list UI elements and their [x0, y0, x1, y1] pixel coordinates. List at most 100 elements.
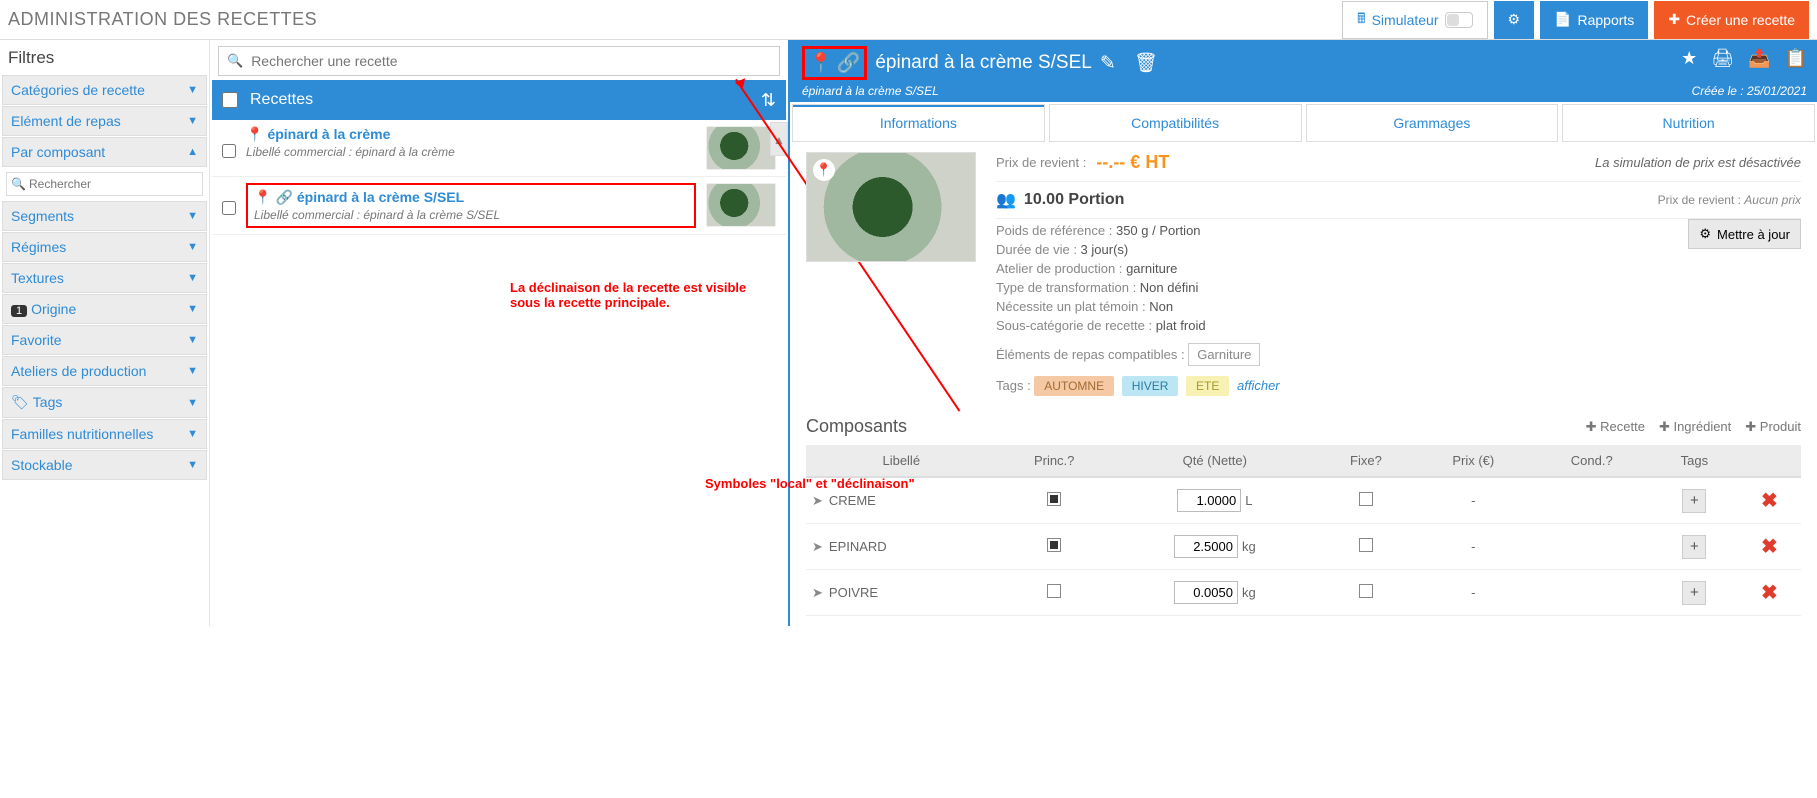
composants-section: Composants ✚ Recette ✚ Ingrédient ✚ Prod…: [790, 406, 1817, 626]
select-all-checkbox[interactable]: [222, 92, 238, 108]
weight-label: Poids de référence :: [996, 223, 1116, 238]
th-qte: Qté (Nette): [1112, 445, 1318, 477]
add-tag-button[interactable]: +: [1682, 489, 1706, 513]
add-tag-button[interactable]: +: [1682, 581, 1706, 605]
trash-icon[interactable]: 🗑: [1134, 51, 1158, 75]
princ-checkbox[interactable]: [1047, 538, 1061, 552]
sort-icon[interactable]: ⇅: [761, 90, 776, 111]
info-section: 📍 Prix de revient : --.-- € HT La simula…: [790, 142, 1817, 406]
filter-ateliers[interactable]: Ateliers de production▼: [2, 356, 207, 386]
qty-input[interactable]: [1174, 535, 1238, 558]
detail-title: épinard à la crème S/SEL: [875, 52, 1092, 74]
tab-grammages[interactable]: Grammages: [1306, 104, 1559, 142]
filter-composant[interactable]: Par composant▲: [2, 137, 207, 167]
star-icon[interactable]: ★: [1681, 48, 1697, 69]
filter-origine[interactable]: 1Origine▼: [2, 294, 207, 324]
chevron-down-icon: ▼: [187, 365, 198, 377]
qty-unit: kg: [1242, 585, 1256, 600]
create-recipe-button[interactable]: ✚ Créer une recette: [1654, 1, 1809, 39]
chevron-down-icon: ▼: [187, 428, 198, 440]
chevron-up-icon: ▲: [187, 146, 198, 158]
ingredient-icon: ➤: [812, 585, 823, 600]
filter-familles[interactable]: Familles nutritionnelles▼: [2, 419, 207, 449]
filter-regimes[interactable]: Régimes▼: [2, 232, 207, 262]
subcategory-value: plat froid: [1156, 318, 1206, 333]
chevron-down-icon: ▼: [187, 210, 198, 222]
composant-row: ➤POIVREkg-+✖: [806, 570, 1801, 616]
row-checkbox[interactable]: [222, 144, 236, 158]
add-ingredient-button[interactable]: ✚ Ingrédient: [1659, 419, 1731, 435]
composant-search-input[interactable]: [6, 172, 203, 196]
th-tags: Tags: [1651, 445, 1738, 477]
qty-input[interactable]: [1177, 489, 1241, 512]
show-all-tags-link[interactable]: afficher: [1237, 378, 1280, 393]
variant-link-icon: 🔗: [837, 51, 861, 75]
fixe-checkbox[interactable]: [1359, 538, 1373, 552]
princ-checkbox[interactable]: [1047, 492, 1061, 506]
fixe-checkbox[interactable]: [1359, 584, 1373, 598]
report-icon: 📄: [1554, 11, 1571, 28]
princ-checkbox[interactable]: [1047, 584, 1061, 598]
tag-hiver[interactable]: HIVER: [1122, 376, 1179, 396]
tags-label: Tags :: [996, 378, 1034, 393]
tab-nutrition[interactable]: Nutrition: [1562, 104, 1815, 142]
recipe-detail-panel: 📍 🔗 épinard à la crème S/SEL ✎ 🗑 épinard…: [790, 40, 1817, 626]
cost-label: Prix de revient :: [996, 155, 1086, 170]
recipe-row-variant[interactable]: 📍🔗épinard à la crème S/SEL Libellé comme…: [212, 177, 786, 235]
recipe-name: épinard à la crème S/SEL: [297, 189, 464, 205]
filter-element[interactable]: Elément de repas▼: [2, 106, 207, 136]
recipe-search-input[interactable]: [251, 53, 771, 69]
add-produit-button[interactable]: ✚ Produit: [1745, 419, 1801, 435]
filter-categories[interactable]: Catégories de recette▼: [2, 75, 207, 105]
people-icon: 👥: [996, 190, 1016, 210]
row-checkbox[interactable]: [222, 201, 236, 215]
cost-value: --.-- € HT: [1096, 152, 1169, 173]
delete-row-button[interactable]: ✖: [1761, 536, 1778, 558]
page-title: ADMINISTRATION DES RECETTES: [4, 9, 1336, 30]
qty-input[interactable]: [1174, 581, 1238, 604]
weight-value: 350 g / Portion: [1116, 223, 1201, 238]
settings-button[interactable]: ⚙: [1494, 1, 1535, 39]
photo-pin-icon: 📍: [813, 159, 835, 181]
export-icon[interactable]: 📤: [1748, 48, 1770, 69]
transform-value: Non défini: [1140, 280, 1199, 295]
delete-row-button[interactable]: ✖: [1761, 490, 1778, 512]
tag-icon: 🏷: [11, 394, 29, 410]
composant-row: ➤EPINARDkg-+✖: [806, 524, 1801, 570]
chevron-down-icon: ▼: [187, 84, 198, 96]
gear-icon: ⚙: [1508, 11, 1521, 28]
meal-elements-label: Éléments de repas compatibles :: [996, 347, 1188, 362]
edit-icon[interactable]: ✎: [1100, 52, 1116, 75]
detail-created: Créée le : 25/01/2021: [1692, 84, 1807, 98]
fixe-checkbox[interactable]: [1359, 492, 1373, 506]
tab-informations[interactable]: Informations: [792, 104, 1045, 142]
add-tag-button[interactable]: +: [1682, 535, 1706, 559]
filters-sidebar: Filtres Catégories de recette▼ Elément d…: [0, 40, 210, 626]
recipe-list-header: Recettes ⇅: [212, 80, 786, 120]
recipe-search-bar: 🔍: [218, 46, 780, 76]
tag-automne[interactable]: AUTOMNE: [1034, 376, 1114, 396]
print-icon[interactable]: 🖨: [1711, 48, 1734, 69]
gear-icon: ⚙: [1699, 226, 1711, 242]
simulateur-button[interactable]: 🖩 Simulateur: [1342, 1, 1487, 39]
copy-icon[interactable]: 📋: [1785, 48, 1807, 69]
th-prix: Prix (€): [1414, 445, 1532, 477]
tag-ete[interactable]: ETE: [1186, 376, 1229, 396]
filter-stockable[interactable]: Stockable▼: [2, 450, 207, 480]
search-icon: 🔍: [227, 53, 243, 69]
update-button[interactable]: ⚙Mettre à jour: [1688, 219, 1801, 249]
filter-textures[interactable]: Textures▼: [2, 263, 207, 293]
filter-tags[interactable]: 🏷Tags▼: [2, 387, 207, 418]
recipe-row[interactable]: 📍épinard à la crème Libellé commercial :…: [212, 120, 786, 177]
filter-favorite[interactable]: Favorite▼: [2, 325, 207, 355]
simulateur-label: Simulateur: [1372, 12, 1439, 28]
portion-value: 10.00 Portion: [1024, 191, 1124, 208]
simulateur-toggle[interactable]: [1445, 12, 1473, 28]
delete-row-button[interactable]: ✖: [1761, 582, 1778, 604]
plus-icon: ✚: [1668, 11, 1680, 28]
tab-compatibilites[interactable]: Compatibilités: [1049, 104, 1302, 142]
top-toolbar: ADMINISTRATION DES RECETTES 🖩 Simulateur…: [0, 0, 1817, 40]
add-recette-button[interactable]: ✚ Recette: [1586, 419, 1645, 435]
rapports-button[interactable]: 📄 Rapports: [1540, 1, 1648, 39]
filter-segments[interactable]: Segments▼: [2, 201, 207, 231]
